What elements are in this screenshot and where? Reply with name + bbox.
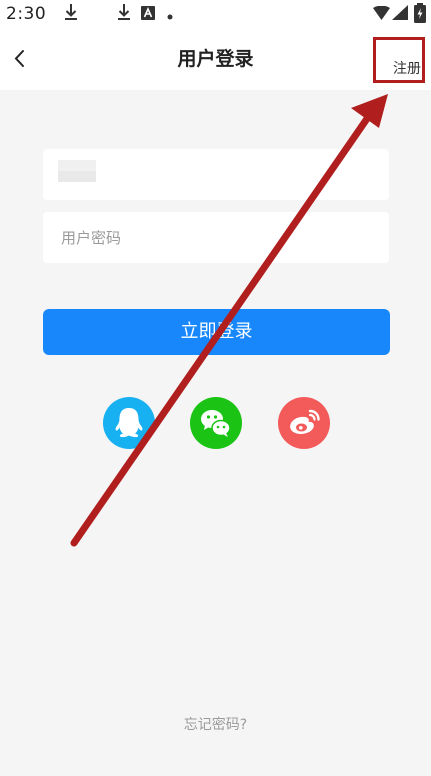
username-field[interactable]: [43, 149, 389, 200]
back-icon: [6, 50, 36, 80]
app-header: 用户登录 注册: [0, 28, 431, 90]
signal-icon: [392, 5, 408, 24]
password-input[interactable]: [43, 212, 389, 263]
annotation-arrow: [70, 94, 388, 547]
username-input[interactable]: [43, 149, 389, 200]
register-highlight-box: [373, 37, 425, 83]
weibo-login-button[interactable]: [278, 397, 330, 449]
notification-dot-icon: [167, 5, 173, 24]
status-time: 2:30: [6, 4, 47, 24]
battery-icon: [414, 3, 426, 27]
page-title: 用户登录: [177, 48, 254, 70]
a-icon: [141, 5, 156, 24]
back-button[interactable]: [6, 42, 36, 76]
qq-icon: [103, 397, 155, 449]
status-bar: 2:30: [0, 0, 431, 28]
wifi-icon: [373, 5, 390, 24]
login-button[interactable]: 立即登录: [43, 309, 390, 355]
password-field[interactable]: [43, 212, 389, 263]
weibo-icon: [278, 397, 330, 449]
download-icon: [64, 3, 78, 25]
download-icon: [117, 3, 131, 25]
qq-login-button[interactable]: [103, 397, 155, 449]
forgot-password-link[interactable]: 忘记密码?: [0, 714, 431, 734]
wechat-login-button[interactable]: [190, 397, 242, 449]
wechat-icon: [190, 397, 242, 449]
